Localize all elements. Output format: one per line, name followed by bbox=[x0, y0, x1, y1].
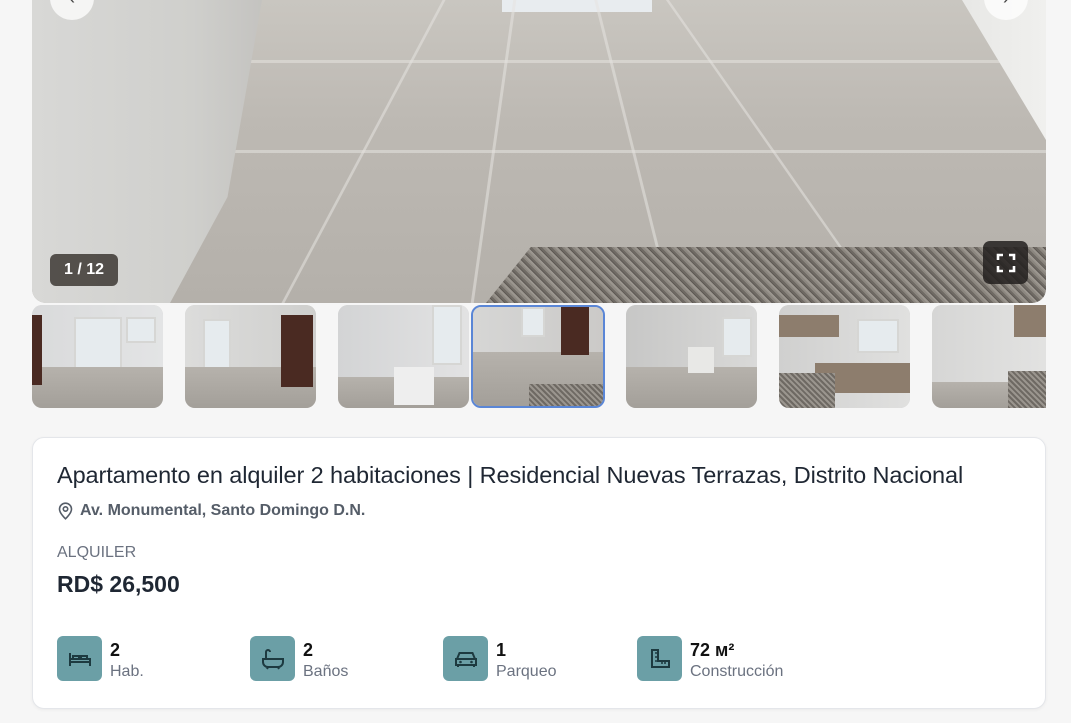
feature-area: 72 ᴍ² Construcción bbox=[637, 636, 783, 682]
listing-price: RD$ 26,500 bbox=[57, 571, 180, 597]
thumbnail-strip bbox=[32, 305, 1046, 409]
bathtub-icon bbox=[250, 636, 295, 681]
tile-line bbox=[152, 150, 1046, 153]
feature-bedrooms: 2 Hab. bbox=[57, 636, 144, 682]
operation-type: ALQUILER bbox=[57, 544, 137, 561]
address-text: Av. Monumental, Santo Domingo D.N. bbox=[80, 502, 366, 519]
listing-card: Apartamento en alquiler 2 habitaciones |… bbox=[32, 437, 1046, 709]
fullscreen-icon bbox=[996, 253, 1015, 272]
feature-label: Baños bbox=[303, 663, 349, 680]
thumbnail-active[interactable] bbox=[471, 305, 605, 408]
fullscreen-button[interactable] bbox=[983, 241, 1028, 284]
chevron-right-icon: › bbox=[1003, 0, 1009, 9]
chevron-left-icon: ‹ bbox=[69, 0, 75, 9]
listing-address: Av. Monumental, Santo Domingo D.N. bbox=[57, 502, 365, 520]
thumbnail[interactable] bbox=[779, 305, 910, 408]
main-photo[interactable]: ‹ › 1 / 12 bbox=[32, 0, 1046, 303]
thumbnail[interactable] bbox=[932, 305, 1046, 408]
bed-icon bbox=[57, 636, 102, 681]
photo-window bbox=[502, 0, 652, 12]
feature-label: Parqueo bbox=[496, 663, 557, 680]
thumbnail[interactable] bbox=[338, 305, 469, 408]
feature-value: 72 ᴍ² bbox=[690, 640, 735, 660]
car-icon bbox=[443, 636, 488, 681]
feature-label: Hab. bbox=[110, 663, 144, 680]
thumbnail[interactable] bbox=[626, 305, 757, 408]
tile-line bbox=[212, 60, 1046, 63]
feature-parking: 1 Parqueo bbox=[443, 636, 557, 682]
photo-counter: 1 / 12 bbox=[50, 254, 118, 286]
feature-label: Construcción bbox=[690, 663, 784, 680]
feature-value: 2 bbox=[303, 640, 314, 660]
map-pin-icon bbox=[58, 502, 73, 520]
thumbnail[interactable] bbox=[32, 305, 163, 408]
feature-value: 1 bbox=[496, 640, 507, 660]
feature-value: 2 bbox=[110, 640, 121, 660]
photo-countertop bbox=[486, 247, 1046, 303]
listing-title: Apartamento en alquiler 2 habitaciones |… bbox=[57, 462, 964, 488]
area-ruler-icon bbox=[637, 636, 682, 681]
feature-bathrooms: 2 Baños bbox=[250, 636, 348, 682]
thumbnail[interactable] bbox=[185, 305, 316, 408]
